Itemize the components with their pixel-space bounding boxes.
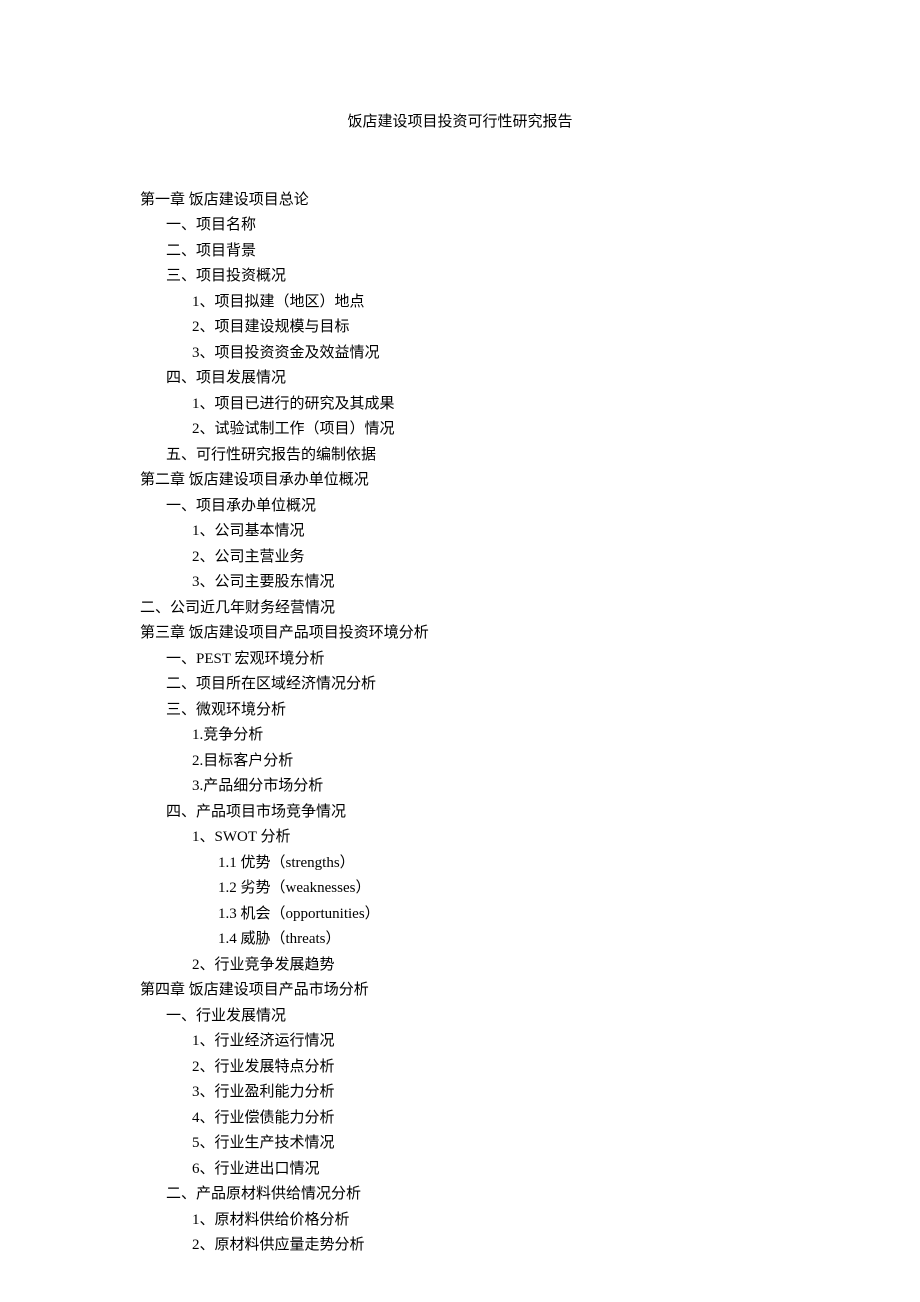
- toc-line: 一、项目承办单位概况: [166, 494, 780, 520]
- document-title: 饭店建设项目投资可行性研究报告: [140, 110, 780, 136]
- toc-line: 2、原材料供应量走势分析: [192, 1233, 780, 1259]
- toc-line: 3、公司主要股东情况: [192, 570, 780, 596]
- toc-line: 一、PEST 宏观环境分析: [166, 647, 780, 673]
- toc-line: 2、试验试制工作（项目）情况: [192, 417, 780, 443]
- toc-line: 三、微观环境分析: [166, 698, 780, 724]
- toc-line: 1、项目拟建（地区）地点: [192, 290, 780, 316]
- toc-line: 二、公司近几年财务经营情况: [140, 596, 780, 622]
- toc-line: 四、产品项目市场竞争情况: [166, 800, 780, 826]
- toc-line: 二、项目所在区域经济情况分析: [166, 672, 780, 698]
- toc-line: 1.竞争分析: [192, 723, 780, 749]
- toc-line: 三、项目投资概况: [166, 264, 780, 290]
- toc-line: 1、原材料供给价格分析: [192, 1208, 780, 1234]
- toc-line: 1.2 劣势（weaknesses）: [218, 876, 780, 902]
- toc-line: 四、项目发展情况: [166, 366, 780, 392]
- toc-line: 二、产品原材料供给情况分析: [166, 1182, 780, 1208]
- toc-line: 3、行业盈利能力分析: [192, 1080, 780, 1106]
- toc-line: 1、SWOT 分析: [192, 825, 780, 851]
- table-of-contents: 第一章 饭店建设项目总论一、项目名称二、项目背景三、项目投资概况1、项目拟建（地…: [140, 188, 780, 1259]
- toc-line: 1.3 机会（opportunities）: [218, 902, 780, 928]
- toc-line: 2、行业竞争发展趋势: [192, 953, 780, 979]
- toc-line: 二、项目背景: [166, 239, 780, 265]
- toc-line: 1、公司基本情况: [192, 519, 780, 545]
- toc-line: 6、行业进出口情况: [192, 1157, 780, 1183]
- toc-line: 3、项目投资资金及效益情况: [192, 341, 780, 367]
- toc-line: 1、行业经济运行情况: [192, 1029, 780, 1055]
- toc-line: 1、项目已进行的研究及其成果: [192, 392, 780, 418]
- toc-line: 五、可行性研究报告的编制依据: [166, 443, 780, 469]
- toc-line: 4、行业偿债能力分析: [192, 1106, 780, 1132]
- toc-line: 2、行业发展特点分析: [192, 1055, 780, 1081]
- toc-line: 一、行业发展情况: [166, 1004, 780, 1030]
- toc-line: 2、项目建设规模与目标: [192, 315, 780, 341]
- toc-line: 第四章 饭店建设项目产品市场分析: [140, 978, 780, 1004]
- toc-line: 一、项目名称: [166, 213, 780, 239]
- toc-line: 第二章 饭店建设项目承办单位概况: [140, 468, 780, 494]
- toc-line: 3.产品细分市场分析: [192, 774, 780, 800]
- toc-line: 第一章 饭店建设项目总论: [140, 188, 780, 214]
- toc-line: 1.1 优势（strengths）: [218, 851, 780, 877]
- toc-line: 2.目标客户分析: [192, 749, 780, 775]
- toc-line: 第三章 饭店建设项目产品项目投资环境分析: [140, 621, 780, 647]
- toc-line: 5、行业生产技术情况: [192, 1131, 780, 1157]
- toc-line: 2、公司主营业务: [192, 545, 780, 571]
- toc-line: 1.4 威胁（threats）: [218, 927, 780, 953]
